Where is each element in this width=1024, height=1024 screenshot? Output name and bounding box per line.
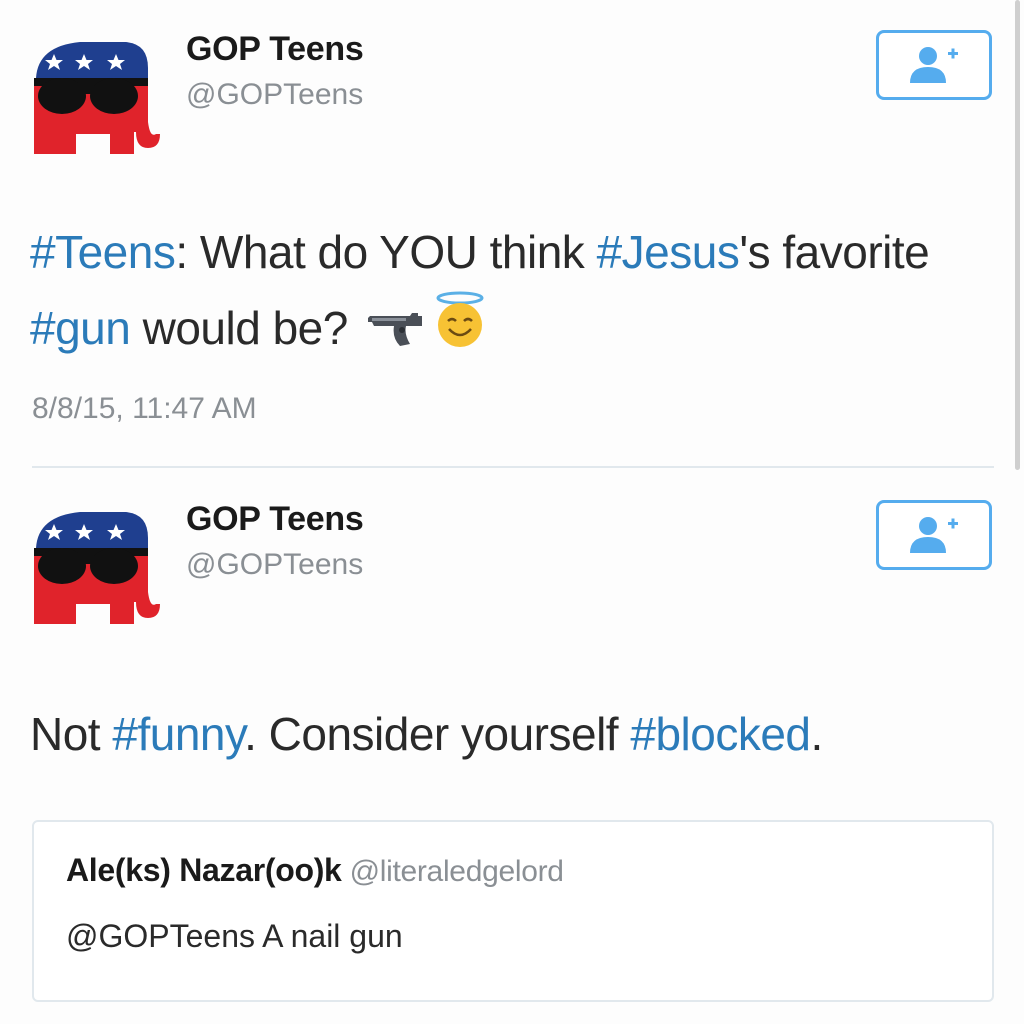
hashtag-blocked-link[interactable]: #blocked: [630, 708, 811, 760]
quoted-author-name: Ale(ks) Nazar(oo)k @literaledgelord: [66, 852, 564, 889]
follow-user-plus-icon: [910, 517, 958, 553]
divider: [32, 466, 994, 468]
hashtag-teens-link[interactable]: #Teens: [30, 226, 176, 278]
avatar[interactable]: [30, 38, 160, 158]
user-handle[interactable]: @GOPTeens: [186, 548, 363, 582]
user-name[interactable]: GOP Teens: [186, 500, 364, 539]
smiling-face-with-halo-icon: [434, 291, 486, 373]
tweet-text-segment: : What do YOU think: [175, 226, 597, 278]
follow-button[interactable]: [876, 30, 992, 100]
tweet-text-segment: 's favorite: [739, 226, 930, 278]
tweet-text-segment: . Consider yourself: [244, 708, 631, 760]
quoted-author-handle: @literaledgelord: [349, 855, 564, 888]
tweet-2: GOP Teens @GOPTeens Not #funny. Consider…: [0, 470, 1024, 1024]
tweet-text-segment: .: [810, 708, 824, 760]
republican-elephant-logo-icon: [34, 512, 160, 624]
user-handle[interactable]: @GOPTeens: [186, 78, 363, 112]
tweet-1: GOP Teens @GOPTeens #Teens: What do YOU …: [0, 0, 1024, 468]
quoted-tweet-card[interactable]: Ale(ks) Nazar(oo)k @literaledgelord @GOPT…: [32, 820, 994, 1002]
tweet-timestamp[interactable]: 8/8/15, 11:47 AM: [32, 392, 257, 426]
hashtag-funny-link[interactable]: #funny: [112, 708, 244, 760]
tweet-text: Not #funny. Consider yourself #blocked.: [30, 696, 990, 772]
quoted-author-name-text: Ale(ks) Nazar(oo)k: [66, 852, 342, 888]
follow-user-plus-icon: [910, 47, 958, 83]
tweet-text-segment: Not: [30, 708, 113, 760]
republican-elephant-logo-icon: [34, 42, 160, 154]
follow-button[interactable]: [876, 500, 992, 570]
user-name[interactable]: GOP Teens: [186, 30, 364, 69]
pistol-icon: [366, 294, 428, 370]
tweet-text-segment: would be?: [130, 302, 349, 354]
hashtag-jesus-link[interactable]: #Jesus: [597, 226, 740, 278]
quoted-tweet-text: @GOPTeens A nail gun: [66, 918, 403, 954]
hashtag-gun-link[interactable]: #gun: [30, 302, 131, 354]
page: GOP Teens @GOPTeens #Teens: What do YOU …: [0, 0, 1024, 1024]
tweet-text: #Teens: What do YOU think #Jesus's favor…: [30, 214, 970, 373]
avatar[interactable]: [30, 508, 160, 628]
